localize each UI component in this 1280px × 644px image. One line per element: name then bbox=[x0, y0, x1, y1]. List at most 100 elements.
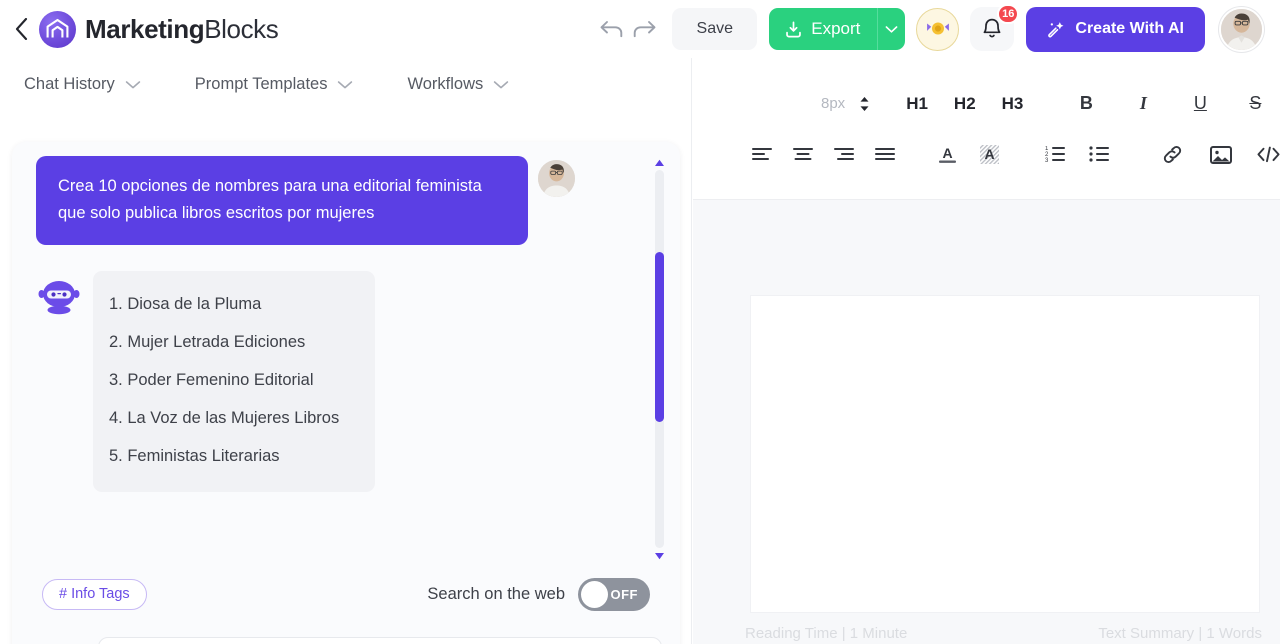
bold-button[interactable]: B bbox=[1075, 88, 1097, 120]
brand-name: MarketingBlocks bbox=[85, 13, 279, 45]
align-right-button[interactable] bbox=[833, 139, 855, 171]
magic-wand-icon bbox=[1048, 21, 1064, 37]
svg-text:3: 3 bbox=[1045, 158, 1049, 163]
italic-button[interactable]: I bbox=[1132, 88, 1154, 120]
brand-logo[interactable]: MarketingBlocks bbox=[39, 10, 279, 48]
user-message-bubble: Crea 10 opciones de nombres para una edi… bbox=[36, 156, 528, 246]
reading-time-label: Reading Time | 1 Minute bbox=[745, 625, 908, 642]
download-icon bbox=[786, 21, 802, 37]
chevron-down-icon bbox=[125, 80, 141, 90]
undo-arrow-icon bbox=[600, 21, 623, 38]
editor-toolbar-row-1: 8px H1 H2 H3 B I U S bbox=[693, 78, 1280, 129]
insert-image-button[interactable] bbox=[1210, 139, 1232, 171]
message-input[interactable] bbox=[99, 637, 661, 644]
text-highlight-button[interactable]: A bbox=[978, 139, 1000, 171]
info-tags-button[interactable]: # Info Tags bbox=[42, 578, 147, 610]
chat-panel: Chat History Prompt Templates Workflows bbox=[0, 58, 692, 644]
back-button[interactable] bbox=[8, 14, 34, 44]
robot-avatar-icon bbox=[36, 277, 82, 317]
editor-document-page[interactable] bbox=[750, 295, 1260, 613]
chat-controls-row: # Info Tags Search on the web OFF bbox=[12, 566, 680, 622]
ordered-list-icon: 123 bbox=[1045, 146, 1065, 163]
export-button-group: Export bbox=[769, 8, 906, 50]
editor-toolbar-row-2: A A 123 bbox=[693, 129, 1280, 180]
tab-prompt-templates[interactable]: Prompt Templates bbox=[195, 75, 354, 94]
ordered-list-button[interactable]: 123 bbox=[1044, 139, 1066, 171]
align-center-button[interactable] bbox=[792, 139, 814, 171]
code-icon bbox=[1257, 146, 1280, 163]
create-with-ai-button[interactable]: Create With AI bbox=[1026, 6, 1205, 52]
scroll-up-arrow-icon[interactable] bbox=[654, 156, 665, 169]
up-down-stepper-icon bbox=[860, 96, 869, 111]
rewards-button[interactable] bbox=[916, 7, 960, 51]
chat-input-row bbox=[12, 628, 680, 644]
heading-3-button[interactable]: H3 bbox=[1002, 94, 1024, 114]
svg-text:A: A bbox=[942, 145, 952, 161]
align-right-icon bbox=[834, 147, 854, 160]
underline-button[interactable]: U bbox=[1189, 88, 1211, 120]
align-center-icon bbox=[793, 147, 813, 160]
avatar-photo bbox=[538, 160, 575, 197]
chat-card: Crea 10 opciones de nombres para una edi… bbox=[12, 142, 680, 644]
save-button[interactable]: Save bbox=[672, 8, 758, 50]
bullet-list-button[interactable] bbox=[1088, 139, 1110, 171]
bot-list-item: 3. Poder Femenino Editorial bbox=[109, 371, 314, 390]
align-justify-button[interactable] bbox=[874, 139, 896, 171]
text-summary-label: Text Summary | 1 Words bbox=[1098, 625, 1262, 642]
heading-2-button[interactable]: H2 bbox=[954, 94, 976, 114]
brand-name-bold: Marketing bbox=[85, 13, 205, 44]
notifications-button[interactable]: 16 bbox=[970, 4, 1020, 51]
text-color-button[interactable]: A bbox=[936, 139, 958, 171]
tab-workflows[interactable]: Workflows bbox=[407, 75, 509, 94]
bot-list-item: 1. Diosa de la Pluma bbox=[109, 295, 262, 314]
chat-messages-scroll[interactable]: Crea 10 opciones de nombres para una edi… bbox=[12, 156, 680, 562]
undo-redo-group bbox=[598, 15, 658, 43]
bot-list-item: 2. Mujer Letrada Ediciones bbox=[109, 333, 306, 352]
tab-prompt-templates-label: Prompt Templates bbox=[194, 75, 328, 93]
editor-panel: 8px H1 H2 H3 B I U S A A 1 2 3 Reading T… bbox=[693, 58, 1280, 644]
reward-coin-icon bbox=[926, 22, 949, 35]
bot-list-item: 5. Feministas Literarias bbox=[109, 447, 280, 466]
export-button[interactable]: Export bbox=[769, 8, 878, 50]
header-actions: Save Export 16 Create With AI bbox=[598, 4, 1280, 52]
scrollbar-thumb[interactable] bbox=[655, 252, 664, 422]
font-size-stepper[interactable] bbox=[859, 96, 870, 112]
text-color-icon: A bbox=[938, 145, 956, 163]
tab-workflows-label: Workflows bbox=[407, 75, 484, 93]
search-on-web-label: Search on the web bbox=[427, 584, 565, 603]
font-size-value[interactable]: 8px bbox=[821, 95, 845, 112]
chevron-down-icon bbox=[493, 80, 509, 90]
avatar-photo bbox=[1221, 8, 1262, 50]
user-message-row: Crea 10 opciones de nombres para una edi… bbox=[36, 156, 666, 246]
tab-chat-history[interactable]: Chat History bbox=[24, 75, 141, 94]
user-avatar[interactable] bbox=[1219, 6, 1264, 52]
message-input-wrapper bbox=[98, 636, 662, 644]
chevron-down-icon bbox=[885, 25, 898, 33]
user-message-avatar bbox=[538, 160, 575, 197]
strikethrough-button[interactable]: S bbox=[1244, 88, 1266, 120]
undo-button[interactable] bbox=[598, 15, 626, 43]
chat-nav-tabs: Chat History Prompt Templates Workflows bbox=[0, 58, 691, 111]
editor-toolbar: 8px H1 H2 H3 B I U S A A 1 2 3 bbox=[693, 58, 1280, 200]
chevron-down-icon bbox=[337, 80, 353, 90]
export-dropdown-button[interactable] bbox=[877, 8, 906, 50]
marketingblocks-logo-icon bbox=[39, 10, 76, 48]
tab-chat-history-label: Chat History bbox=[24, 75, 115, 93]
app-root: MarketingBlocks Save Export 16 Create Wi… bbox=[0, 0, 1280, 644]
insert-link-button[interactable] bbox=[1161, 139, 1183, 171]
text-highlight-icon: A bbox=[979, 145, 999, 164]
create-with-ai-label: Create With AI bbox=[1075, 20, 1184, 37]
heading-1-button[interactable]: H1 bbox=[906, 94, 928, 114]
notification-badge: 16 bbox=[997, 4, 1020, 24]
search-on-web-toggle[interactable]: OFF bbox=[578, 577, 650, 611]
redo-button[interactable] bbox=[630, 15, 658, 43]
chat-scrollbar[interactable] bbox=[653, 156, 666, 562]
svg-text:A: A bbox=[984, 146, 994, 162]
editor-canvas-area: Reading Time | 1 Minute Text Summary | 1… bbox=[693, 200, 1280, 644]
toggle-knob bbox=[581, 580, 608, 608]
scroll-down-arrow-icon[interactable] bbox=[654, 549, 665, 562]
align-left-button[interactable] bbox=[751, 139, 773, 171]
editor-status-bar: Reading Time | 1 Minute Text Summary | 1… bbox=[693, 625, 1280, 642]
chevron-left-icon bbox=[15, 18, 27, 40]
code-view-button[interactable] bbox=[1257, 139, 1280, 171]
